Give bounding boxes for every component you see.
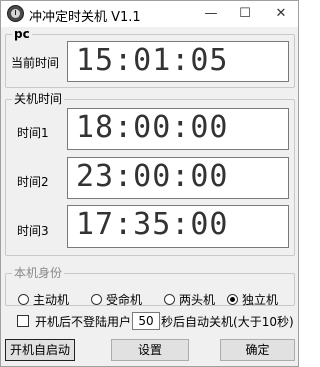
role-option-label: 独立机 [242, 292, 279, 307]
radio-button-icon [164, 293, 175, 305]
minimize-button[interactable]: — [197, 1, 225, 27]
auto-shutdown-row: 开机后不登陆用户 50 秒后自动关机(大于10秒) [17, 312, 294, 330]
current-time-label: 当前时间 [11, 56, 60, 70]
time3-label: 时间3 [17, 224, 49, 238]
auto-shutdown-prefix: 开机后不登陆用户 [35, 314, 132, 329]
role-option-label: 两头机 [179, 292, 216, 307]
settings-button[interactable]: 设置 [111, 339, 189, 361]
radio-button-icon [18, 293, 29, 305]
shutdown-group-legend: 关机时间 [12, 92, 65, 106]
auto-shutdown-suffix: 秒后自动关机(大于10秒) [161, 314, 294, 329]
close-button[interactable]: ✕ [267, 1, 295, 27]
autostart-button[interactable]: 开机自启动 [5, 339, 75, 361]
time2-label: 时间2 [17, 175, 49, 189]
clock-icon [7, 5, 24, 22]
role-option-slave[interactable]: 受命机 [91, 291, 142, 307]
time2-field[interactable]: 23:00:00 [67, 157, 289, 199]
title-bar: 冲冲定时关机 V1.1 — ☐ ✕ [1, 1, 298, 27]
maximize-button[interactable]: ☐ [231, 1, 259, 27]
time1-field[interactable]: 18:00:00 [67, 108, 289, 150]
role-option-label: 受命机 [106, 292, 143, 307]
radio-button-icon [91, 293, 102, 305]
role-option-label: 主动机 [33, 292, 70, 307]
radio-button-checked-icon [227, 293, 238, 305]
role-group-legend: 本机身份 [12, 266, 65, 280]
current-time-display: 15:01:05 [67, 41, 289, 82]
time3-field[interactable]: 17:35:00 [67, 205, 289, 248]
ok-button[interactable]: 确定 [220, 339, 295, 361]
role-option-standalone[interactable]: 独立机 [227, 291, 278, 307]
window-title: 冲冲定时关机 V1.1 [29, 10, 141, 25]
pc-group-legend: pc [12, 27, 32, 41]
role-option-both[interactable]: 两头机 [164, 291, 215, 307]
auto-shutdown-checkbox[interactable] [17, 315, 29, 327]
delay-seconds-input[interactable]: 50 [132, 312, 161, 330]
app-window: 冲冲定时关机 V1.1 — ☐ ✕ pc 当前时间 15:01:05 关机时间 … [0, 0, 299, 367]
role-option-master[interactable]: 主动机 [18, 291, 69, 307]
time1-label: 时间1 [17, 126, 49, 140]
